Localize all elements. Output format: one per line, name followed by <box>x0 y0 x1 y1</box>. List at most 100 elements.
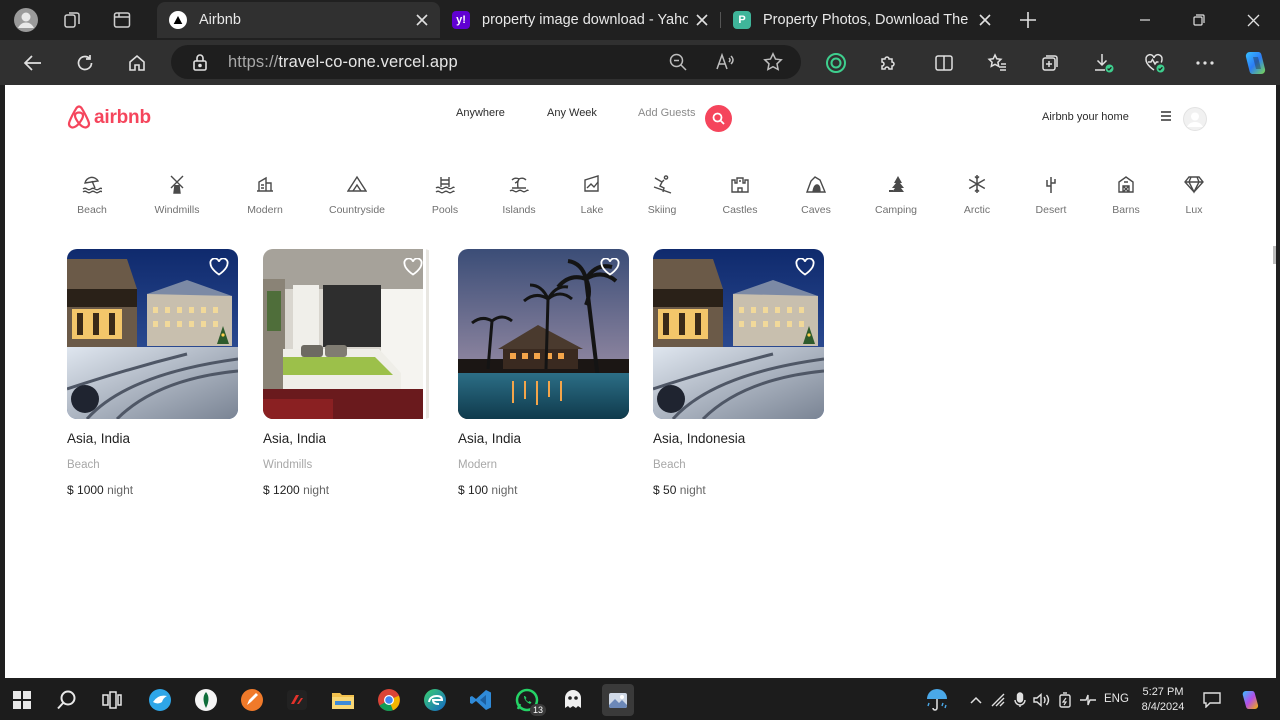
read-aloud-icon[interactable] <box>712 49 738 75</box>
close-tab-icon[interactable] <box>688 6 716 34</box>
app-photos-icon[interactable] <box>602 684 634 716</box>
listing-photo-tropical-resort[interactable] <box>458 249 629 419</box>
minimize-window-icon[interactable] <box>1125 6 1165 34</box>
camping-icon <box>885 173 907 195</box>
task-view-icon[interactable] <box>96 684 128 716</box>
triangle-logo-icon <box>169 11 187 29</box>
extension-circle-icon[interactable] <box>821 48 851 78</box>
category-label: Camping <box>874 204 918 216</box>
wifi-icon[interactable] <box>989 690 1009 710</box>
yahoo-logo-icon: y! <box>452 11 470 29</box>
volume-icon[interactable] <box>1032 690 1052 710</box>
airbnb-logo[interactable]: airbnb <box>67 105 151 130</box>
app-green-drop-icon[interactable] <box>190 684 222 716</box>
listing-photo-snowy-hotel[interactable] <box>653 249 824 419</box>
microphone-icon[interactable] <box>1010 690 1030 710</box>
edge-icon[interactable] <box>419 684 451 716</box>
category-arctic[interactable]: Arctic <box>937 173 1017 216</box>
category-camping[interactable]: Camping <box>856 173 936 216</box>
show-hidden-icons-chevron-icon[interactable] <box>966 690 986 710</box>
category-lake[interactable]: Lake <box>552 173 632 216</box>
page-scrollbar[interactable] <box>1273 246 1276 264</box>
windows-start-icon[interactable] <box>6 684 38 716</box>
listing-photo-modern-bedroom[interactable] <box>263 249 434 419</box>
vscode-icon[interactable] <box>465 684 497 716</box>
favorite-heart-icon[interactable] <box>600 258 620 276</box>
search-anywhere-button[interactable]: Anywhere <box>456 107 505 119</box>
downloads-icon[interactable] <box>1089 48 1119 78</box>
tab-property-photos[interactable]: P Property Photos, Download The F <box>721 2 1003 38</box>
url-text[interactable]: https://travel-co-one.vercel.app <box>228 53 458 72</box>
address-bar[interactable]: https://travel-co-one.vercel.app <box>171 45 801 79</box>
home-icon[interactable] <box>122 48 152 78</box>
copilot-taskbar-icon[interactable] <box>1238 690 1262 710</box>
favorite-heart-icon[interactable] <box>795 258 815 276</box>
refresh-icon[interactable] <box>70 48 100 78</box>
copilot-icon[interactable] <box>1240 48 1270 78</box>
listing-card[interactable]: Asia, Indonesia Beach $ 50 night <box>653 249 825 497</box>
favorites-list-icon[interactable] <box>982 48 1012 78</box>
close-tab-icon[interactable] <box>408 6 436 34</box>
tab-airbnb[interactable]: Airbnb <box>157 2 440 38</box>
more-options-icon[interactable] <box>1190 48 1220 78</box>
whatsapp-icon[interactable]: 13 <box>511 684 546 716</box>
search-button[interactable] <box>705 105 732 132</box>
page-viewport: airbnb Anywhere Any Week Add Guests Airb… <box>5 85 1276 678</box>
search-add-guests-button[interactable]: Add Guests <box>638 107 695 119</box>
user-avatar[interactable] <box>1183 107 1207 131</box>
file-explorer-icon[interactable] <box>327 684 359 716</box>
listing-card[interactable]: Asia, India Modern $ 100 night <box>458 249 630 497</box>
tab-actions-icon[interactable] <box>108 7 136 33</box>
favorite-heart-icon[interactable] <box>403 258 423 276</box>
price-unit: night <box>107 483 134 497</box>
category-caves[interactable]: Caves <box>776 173 856 216</box>
app-orange-pen-icon[interactable] <box>236 684 268 716</box>
restore-window-icon[interactable] <box>1179 6 1219 34</box>
category-countryside[interactable]: Countryside <box>317 173 397 216</box>
category-desert[interactable]: Desert <box>1011 173 1091 216</box>
profile-avatar-icon[interactable] <box>12 7 40 33</box>
lock-icon[interactable] <box>187 49 213 75</box>
favorite-star-icon[interactable] <box>760 49 786 75</box>
cactus-icon <box>1040 173 1062 195</box>
hamburger-menu-icon[interactable] <box>1160 111 1172 121</box>
close-tab-icon[interactable] <box>971 6 999 34</box>
category-skiing[interactable]: Skiing <box>622 173 702 216</box>
category-islands[interactable]: Islands <box>479 173 559 216</box>
app-ghost-icon[interactable] <box>557 684 589 716</box>
listing-card[interactable]: Asia, India Windmills $ 1200 night <box>263 249 435 497</box>
search-any-week-button[interactable]: Any Week <box>547 107 597 119</box>
network-monitor-icon[interactable] <box>1078 690 1098 710</box>
battery-charging-icon[interactable] <box>1055 690 1075 710</box>
zoom-out-icon[interactable] <box>665 49 691 75</box>
listing-card[interactable]: Asia, India Beach $ 1000 night <box>67 249 239 497</box>
notifications-icon[interactable] <box>1202 690 1222 710</box>
extensions-puzzle-icon[interactable] <box>873 48 903 78</box>
category-lux[interactable]: Lux <box>1154 173 1234 216</box>
collections-icon[interactable] <box>1035 48 1065 78</box>
tab-yahoo[interactable]: y! property image download - Yahoo <box>440 2 720 38</box>
new-tab-plus-icon[interactable] <box>1014 7 1042 33</box>
category-windmills[interactable]: Windmills <box>137 173 217 216</box>
category-label: Desert <box>1035 204 1067 216</box>
split-screen-icon[interactable] <box>929 48 959 78</box>
category-castles[interactable]: Castles <box>700 173 780 216</box>
category-modern[interactable]: Modern <box>225 173 305 216</box>
workspaces-icon[interactable] <box>58 7 86 33</box>
back-arrow-icon[interactable] <box>18 48 48 78</box>
category-pools[interactable]: Pools <box>405 173 485 216</box>
close-window-icon[interactable] <box>1233 6 1273 34</box>
app-bird-icon[interactable] <box>144 684 176 716</box>
system-clock[interactable]: 5:27 PM 8/4/2024 <box>1138 685 1188 715</box>
chrome-icon[interactable] <box>373 684 405 716</box>
category-beach[interactable]: Beach <box>52 173 132 216</box>
input-language-indicator[interactable]: ENG <box>1104 693 1129 705</box>
search-icon[interactable] <box>51 684 83 716</box>
weather-rain-icon[interactable] <box>924 689 950 711</box>
app-red-logo-icon[interactable] <box>281 684 313 716</box>
browser-essentials-icon[interactable] <box>1140 48 1170 78</box>
listing-photo-snowy-hotel[interactable] <box>67 249 238 419</box>
category-label: Modern <box>247 204 283 216</box>
airbnb-your-home-link[interactable]: Airbnb your home <box>1042 111 1129 123</box>
favorite-heart-icon[interactable] <box>209 258 229 276</box>
